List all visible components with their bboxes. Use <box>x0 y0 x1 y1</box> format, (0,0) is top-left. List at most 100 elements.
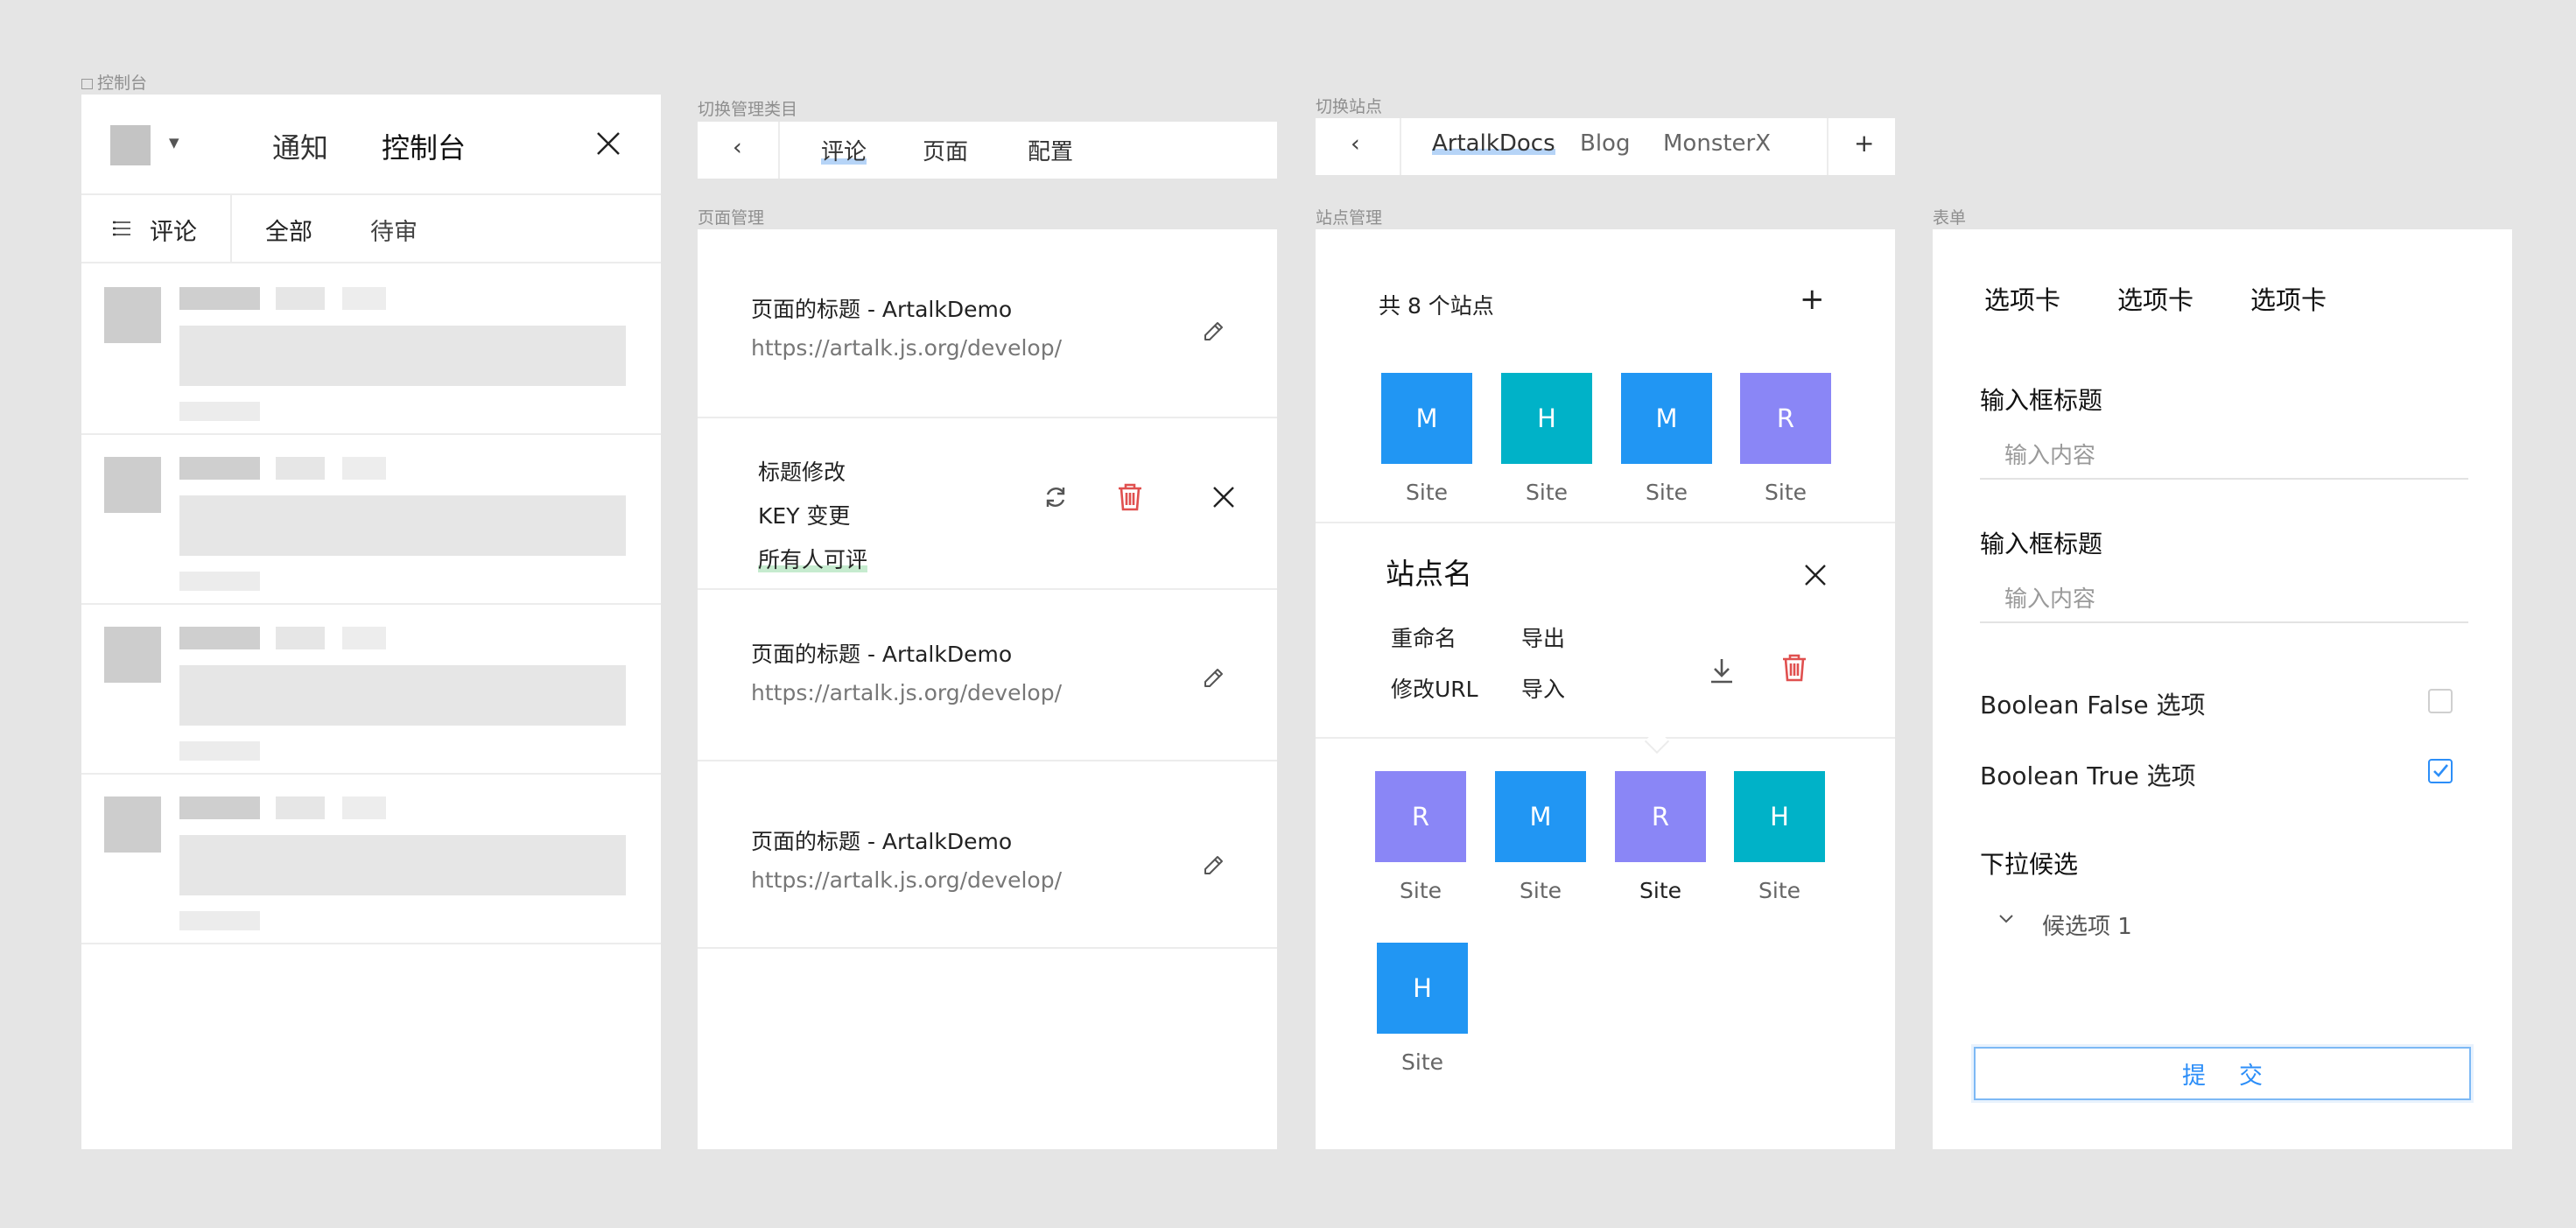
skeleton-bar <box>179 741 260 761</box>
site-tile[interactable]: R Site <box>1740 373 1831 505</box>
avatar[interactable] <box>110 125 151 165</box>
page-manage-caption: 页面管理 <box>698 208 765 228</box>
site-tab-artalkdocs[interactable]: ArtalkDocs <box>1432 130 1555 157</box>
filter-pending[interactable]: 待审 <box>370 213 418 247</box>
page-title: 页面的标题 - ArtalkDemo <box>751 642 1013 667</box>
site-tile[interactable]: M Site <box>1495 771 1586 903</box>
page-manage-panel: 页面的标题 - ArtalkDemo https://artalk.js.org… <box>698 229 1277 1149</box>
site-label: Site <box>1520 878 1562 903</box>
chevron-down-icon[interactable] <box>1997 909 2016 928</box>
edit-title-option[interactable]: 标题修改 <box>758 455 846 487</box>
pencil-icon[interactable] <box>1201 852 1227 878</box>
site-label: Site <box>1400 878 1442 903</box>
skeleton-bar <box>179 911 260 930</box>
site-tile[interactable]: H Site <box>1501 373 1592 505</box>
switch-site-caption: 切换站点 <box>1316 97 1383 116</box>
close-icon[interactable] <box>1211 485 1236 509</box>
site-tile[interactable]: M Site <box>1621 373 1712 505</box>
site-tile[interactable]: H Site <box>1734 771 1825 903</box>
form-tab-2[interactable]: 选项卡 <box>2117 280 2193 317</box>
popover-pointer <box>1644 728 1670 754</box>
submit-button[interactable]: 提交 <box>1974 1047 2471 1100</box>
page-row[interactable]: 页面的标题 - ArtalkDemo https://artalk.js.org… <box>698 761 1277 949</box>
close-icon[interactable] <box>594 130 622 158</box>
site-nav: ‹ ArtalkDocs Blog MonsterX + <box>1316 118 1895 175</box>
skeleton-avatar <box>104 627 161 683</box>
comment-skeleton <box>81 435 661 605</box>
refresh-icon[interactable] <box>1042 483 1070 511</box>
chevron-left-icon: ‹ <box>1351 130 1360 158</box>
site-count: 共 8 个站点 <box>1379 293 1494 319</box>
tab-comments[interactable]: 评论 <box>821 134 867 166</box>
tab-pages[interactable]: 页面 <box>923 134 968 166</box>
comment-skeleton <box>81 775 661 944</box>
divider <box>230 195 232 262</box>
back-button[interactable]: ‹ <box>1316 118 1401 175</box>
site-tab-blog[interactable]: Blog <box>1580 130 1630 157</box>
download-icon[interactable] <box>1709 656 1735 684</box>
import-action[interactable]: 导入 <box>1521 672 1565 704</box>
page-url[interactable]: https://artalk.js.org/develop/ <box>751 680 1062 705</box>
console-caption: 控制台 <box>81 70 147 94</box>
page-url[interactable]: https://artalk.js.org/develop/ <box>751 867 1062 893</box>
site-avatar: R <box>1375 771 1466 862</box>
skeleton-avatar <box>104 287 161 343</box>
page-title: 页面的标题 - ArtalkDemo <box>751 297 1013 322</box>
input-2-field[interactable] <box>1980 578 2468 623</box>
skeleton-content <box>179 326 626 386</box>
pencil-icon[interactable] <box>1201 318 1227 344</box>
site-label: Site <box>1406 480 1448 505</box>
site-tile[interactable]: H Site <box>1377 943 1468 1075</box>
filter-label[interactable]: 评论 <box>150 213 197 247</box>
frame-icon <box>81 79 93 89</box>
site-label: Site <box>1758 878 1800 903</box>
tab-console[interactable]: 控制台 <box>382 126 467 166</box>
filter-all[interactable]: 全部 <box>265 213 312 247</box>
allow-all-comment-option[interactable]: 所有人可评 <box>758 543 868 574</box>
input-1-field[interactable] <box>1980 434 2468 480</box>
skeleton-bar <box>276 627 325 649</box>
menu-icon[interactable] <box>111 218 132 239</box>
page-url[interactable]: https://artalk.js.org/develop/ <box>751 335 1062 361</box>
site-manage-panel: 共 8 个站点 + M Site H Site M Site R Site 站点… <box>1316 229 1895 1149</box>
dropdown-select[interactable]: 候选项 1 <box>2042 909 2132 941</box>
skeleton-avatar <box>104 796 161 853</box>
form-caption: 表单 <box>1933 208 1967 228</box>
edit-url-action[interactable]: 修改URL <box>1391 672 1478 704</box>
form-tab-3[interactable]: 选项卡 <box>2250 280 2327 317</box>
close-icon[interactable] <box>1803 563 1828 587</box>
skeleton-content <box>179 835 626 895</box>
bool-true-checkbox[interactable] <box>2428 759 2453 783</box>
page-row[interactable]: 页面的标题 - ArtalkDemo https://artalk.js.org… <box>698 229 1277 418</box>
change-key-option[interactable]: KEY 变更 <box>758 499 850 530</box>
site-tab-monsterx[interactable]: MonsterX <box>1663 130 1771 157</box>
form-tab-1[interactable]: 选项卡 <box>1984 280 2061 317</box>
export-action[interactable]: 导出 <box>1521 621 1565 653</box>
site-avatar: M <box>1381 373 1472 464</box>
add-site-icon[interactable]: + <box>1800 282 1825 317</box>
site-tile[interactable]: M Site <box>1381 373 1472 505</box>
selected-site-name: 站点名 <box>1386 551 1472 593</box>
tab-notify[interactable]: 通知 <box>272 126 328 166</box>
site-avatar: H <box>1734 771 1825 862</box>
skeleton-content <box>179 495 626 556</box>
back-button[interactable]: ‹ <box>698 122 780 179</box>
site-avatar: M <box>1495 771 1586 862</box>
skeleton-bar <box>342 796 386 819</box>
pencil-icon[interactable] <box>1201 664 1227 691</box>
trash-icon[interactable] <box>1116 482 1144 512</box>
skeleton-bar <box>276 796 325 819</box>
comment-filter-bar: 评论 全部 待审 <box>81 195 661 263</box>
site-avatar: R <box>1615 771 1706 862</box>
page-row[interactable]: 页面的标题 - ArtalkDemo https://artalk.js.org… <box>698 590 1277 761</box>
add-site-button[interactable]: + <box>1827 118 1895 175</box>
trash-icon[interactable] <box>1780 653 1808 683</box>
console-panel: ▼ 通知 控制台 评论 全部 待审 <box>81 95 661 1149</box>
caret-down-icon[interactable]: ▼ <box>169 135 179 151</box>
site-label: Site <box>1646 480 1688 505</box>
rename-action[interactable]: 重命名 <box>1391 621 1456 653</box>
tab-config[interactable]: 配置 <box>1028 134 1073 166</box>
site-tile-selected[interactable]: R Site <box>1615 771 1706 903</box>
site-tile[interactable]: R Site <box>1375 771 1466 903</box>
bool-false-checkbox[interactable] <box>2428 689 2453 713</box>
